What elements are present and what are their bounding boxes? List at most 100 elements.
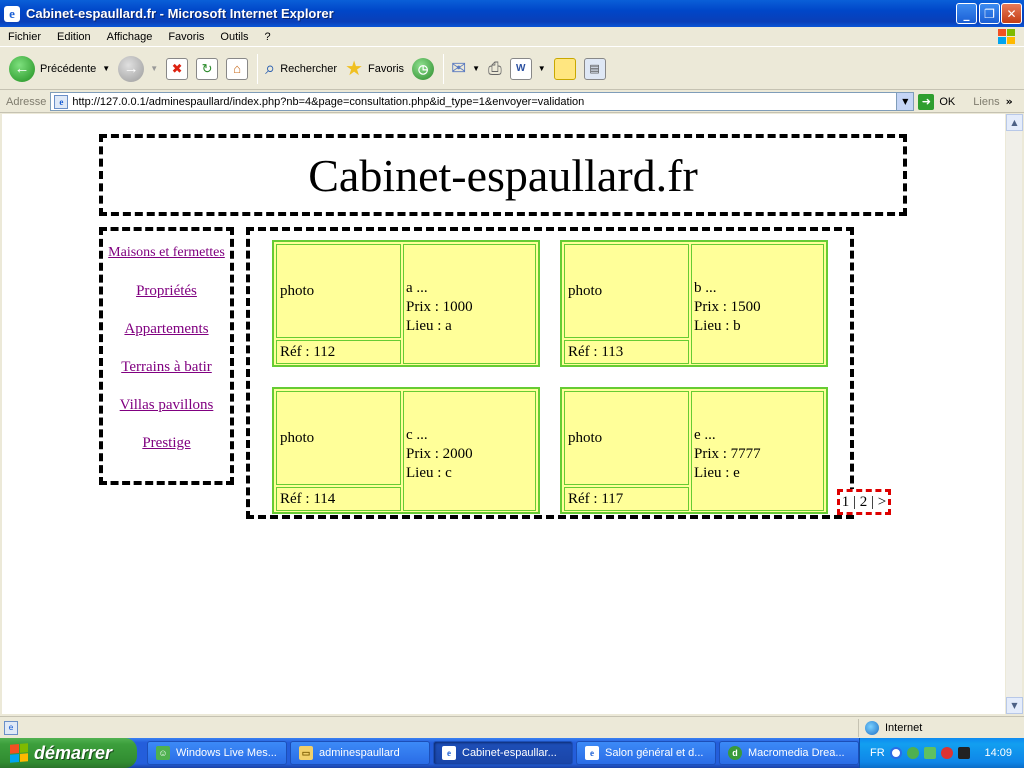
listing-card[interactable]: photo Réf : 114 c ... Prix : 2000 Lieu :…	[272, 387, 540, 514]
menu-edition[interactable]: Edition	[49, 31, 99, 43]
security-zone: Internet	[858, 719, 1018, 737]
nav-link-proprietes[interactable]: Propriétés	[103, 283, 230, 300]
listing-name: b ...	[694, 280, 717, 296]
back-dropdown-icon[interactable]: ▼	[102, 64, 110, 73]
chevron-right-icon[interactable]: »	[1006, 95, 1013, 108]
printer-icon: ⎙	[488, 58, 502, 78]
listing-info: e ... Prix : 7777 Lieu : e	[691, 391, 824, 511]
web-page: Cabinet-espaullard.fr Maisons et fermett…	[2, 114, 1005, 714]
favorites-button[interactable]: ★ Favoris	[342, 52, 407, 86]
home-button[interactable]: ⌂	[223, 52, 251, 86]
go-label: OK	[939, 95, 956, 108]
listing-info: c ... Prix : 2000 Lieu : c	[403, 391, 536, 511]
edit-dropdown-icon[interactable]: ▼	[538, 64, 546, 73]
maximize-button[interactable]: ❐	[979, 3, 1000, 24]
start-label: démarrer	[34, 742, 113, 763]
history-button[interactable]: ◷	[409, 52, 437, 86]
menu-outils[interactable]: Outils	[212, 31, 256, 43]
address-label: Adresse	[6, 95, 47, 108]
listing-ref: Réf : 117	[564, 487, 689, 511]
scroll-down-icon[interactable]: ▼	[1006, 697, 1023, 714]
listing-photo[interactable]: photo	[276, 391, 401, 485]
window-title-bar[interactable]: e Cabinet-espaullard.fr - Microsoft Inte…	[0, 0, 1024, 27]
listing-place: Lieu : e	[694, 465, 740, 481]
address-dropdown-icon[interactable]: ▼	[896, 93, 914, 110]
tray-network-icon[interactable]	[923, 747, 936, 759]
tray-app-icon[interactable]	[957, 747, 970, 759]
refresh-button[interactable]: ↻	[193, 52, 221, 86]
minimize-button[interactable]: _	[956, 3, 977, 24]
listing-card[interactable]: photo Réf : 113 b ... Prix : 1500 Lieu :…	[560, 240, 828, 367]
listing-card[interactable]: photo Réf : 117 e ... Prix : 7777 Lieu :…	[560, 387, 828, 514]
nav-link-appartements[interactable]: Appartements	[103, 321, 230, 338]
listing-ref: Réf : 112	[276, 340, 401, 364]
menu-affichage[interactable]: Affichage	[99, 31, 161, 43]
mail-dropdown-icon[interactable]: ▼	[472, 64, 480, 73]
stop-button[interactable]: ✖	[163, 52, 191, 86]
listing-grid: photo Réf : 112 a ... Prix : 1000 Lieu :…	[246, 227, 854, 519]
page-viewport: Cabinet-espaullard.fr Maisons et fermett…	[2, 114, 1005, 714]
scroll-up-icon[interactable]: ▲	[1006, 114, 1023, 131]
listing-ref: Réf : 114	[276, 487, 401, 511]
vertical-scrollbar[interactable]: ▲ ▼	[1005, 114, 1023, 714]
task-label: adminespaullard	[319, 747, 400, 759]
edit-button[interactable]: W ▼	[507, 52, 549, 86]
listing-place: Lieu : a	[406, 318, 452, 334]
listing-place: Lieu : c	[406, 465, 452, 481]
search-button[interactable]: ⌕ Rechercher	[262, 52, 340, 86]
ie-icon: e	[4, 5, 20, 22]
nav-link-prestige[interactable]: Prestige	[103, 435, 230, 452]
forward-dropdown-icon[interactable]: ▼	[150, 64, 158, 73]
address-input[interactable]: e http://127.0.0.1/adminespaullard/index…	[50, 92, 915, 111]
word-icon: W	[509, 57, 532, 80]
listing-card[interactable]: photo Réf : 112 a ... Prix : 1000 Lieu :…	[272, 240, 540, 367]
site-title: Cabinet-espaullard.fr	[308, 149, 698, 201]
menu-fichier[interactable]: Fichier	[0, 31, 49, 43]
menu-help[interactable]: ?	[257, 31, 279, 43]
clock: 14:09	[984, 747, 1012, 759]
nav-link-maisons[interactable]: Maisons et fermettes	[103, 245, 230, 261]
menu-favoris[interactable]: Favoris	[160, 31, 212, 43]
listing-price: Prix : 7777	[694, 446, 761, 462]
listing-name: e ...	[694, 427, 716, 443]
tray-arrow-icon[interactable]	[889, 747, 902, 759]
mail-button[interactable]: ✉ ▼	[448, 52, 483, 86]
task-label: Windows Live Mes...	[176, 747, 277, 759]
tray-security-icon[interactable]	[940, 747, 953, 759]
forward-button[interactable]: → ▼	[115, 52, 161, 86]
nav-link-villas[interactable]: Villas pavillons	[103, 397, 230, 414]
links-label[interactable]: Liens	[973, 96, 999, 108]
back-arrow-icon: ←	[9, 55, 35, 82]
go-button[interactable]: ➜ OK	[918, 93, 956, 110]
task-browser[interactable]: e Cabinet-espaullar...	[433, 741, 573, 765]
favorites-label: Favoris	[368, 62, 405, 75]
research-icon: ▤	[583, 57, 606, 80]
discuss-button[interactable]	[551, 52, 579, 86]
task-label: Macromedia Drea...	[748, 747, 845, 759]
nav-link-terrains[interactable]: Terrains à batir	[103, 359, 230, 376]
task-dreamweaver[interactable]: d Macromedia Drea...	[719, 741, 859, 765]
note-icon	[553, 57, 576, 80]
back-button[interactable]: ← Précédente ▼	[6, 52, 113, 86]
tray-messenger-icon[interactable]	[906, 747, 919, 759]
task-folder[interactable]: ▭ adminespaullard	[290, 741, 430, 765]
ie-icon: e	[585, 746, 599, 760]
research-button[interactable]: ▤	[581, 52, 609, 86]
task-label: Salon général et d...	[605, 747, 704, 759]
task-document[interactable]: e Salon général et d...	[576, 741, 716, 765]
home-icon: ⌂	[226, 57, 249, 80]
address-url[interactable]: http://127.0.0.1/adminespaullard/index.p…	[72, 96, 584, 108]
task-messenger[interactable]: ☺ Windows Live Mes...	[147, 741, 287, 765]
language-indicator[interactable]: FR	[870, 747, 885, 759]
listing-ref: Réf : 113	[564, 340, 689, 364]
listing-photo[interactable]: photo	[564, 244, 689, 338]
ie-icon: e	[442, 746, 456, 760]
listing-photo[interactable]: photo	[564, 391, 689, 485]
pagination[interactable]: 1 | 2 | >	[837, 489, 891, 515]
listing-photo[interactable]: photo	[276, 244, 401, 338]
print-button[interactable]: ⎙	[485, 52, 505, 86]
close-button[interactable]: ✕	[1001, 3, 1022, 24]
listing-price: Prix : 2000	[406, 446, 473, 462]
start-button[interactable]: démarrer	[0, 738, 137, 768]
taskbar: démarrer ☺ Windows Live Mes... ▭ admines…	[0, 738, 1024, 768]
